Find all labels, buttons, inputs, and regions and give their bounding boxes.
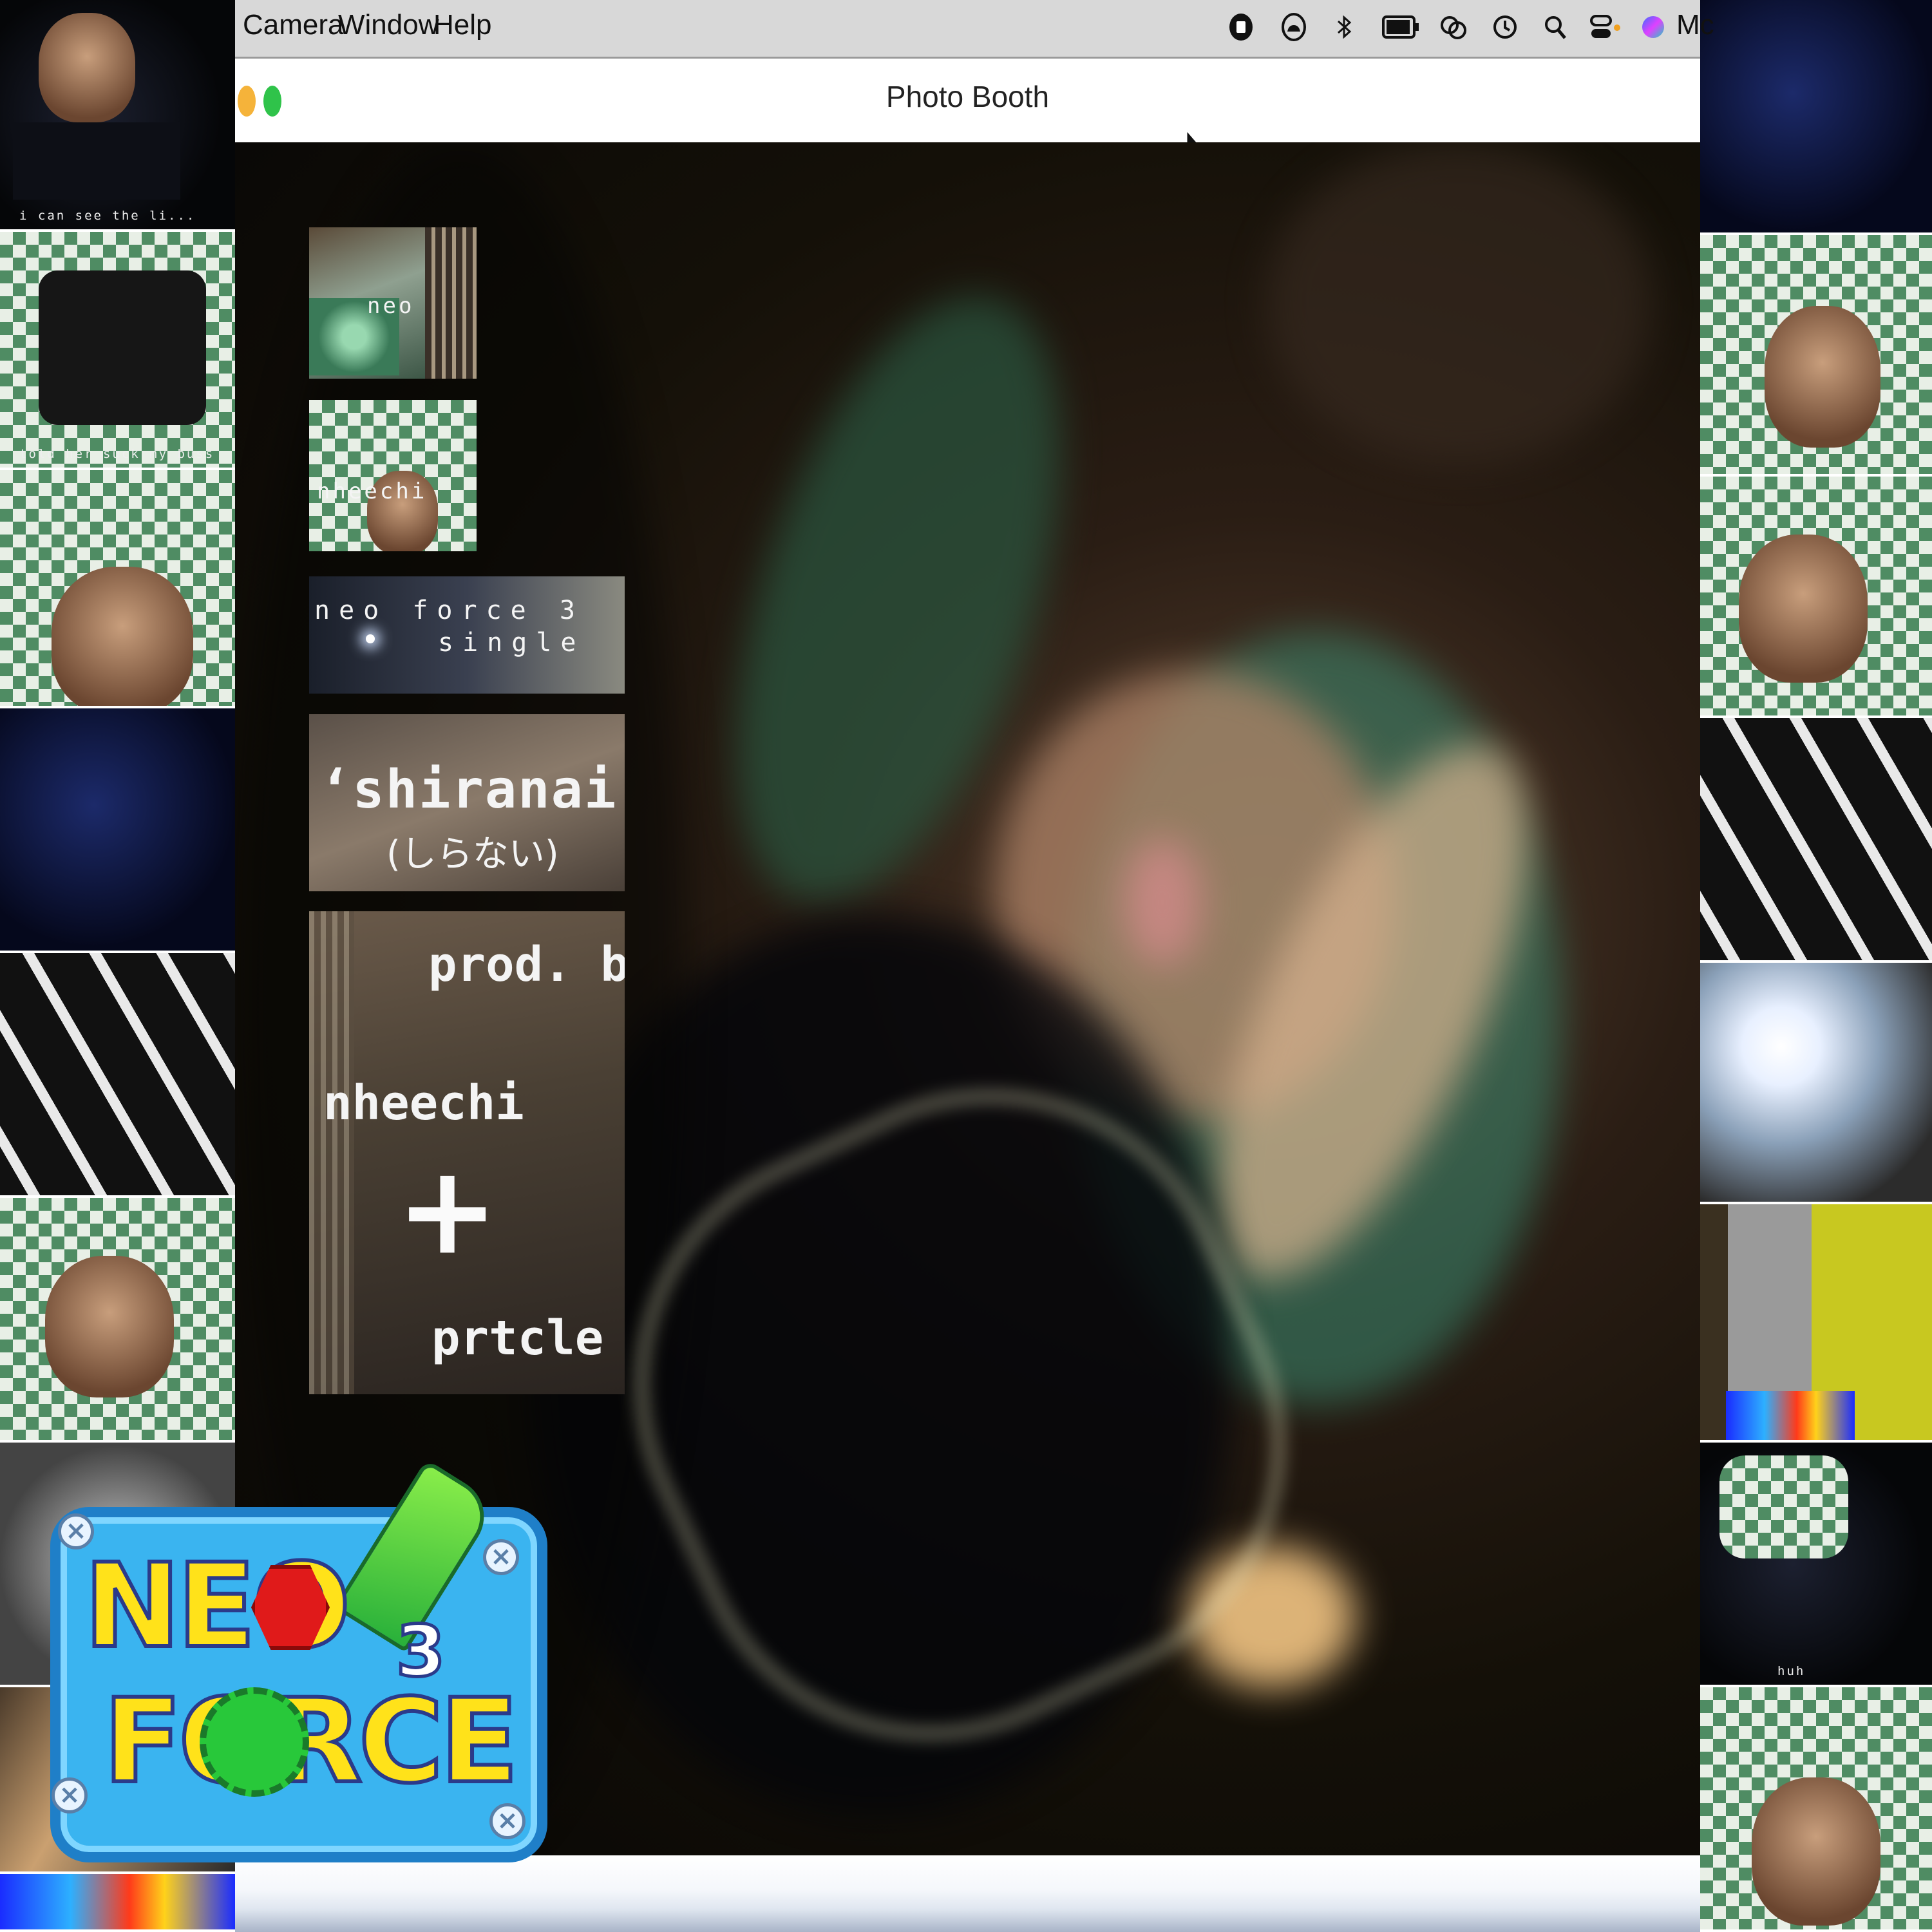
search-icon[interactable] [1541,12,1569,43]
credits-producer-2: prtcle [431,1311,604,1366]
menubar-clock: Mc [1676,9,1714,41]
overlay-text-single: single [438,628,585,658]
screen-mirror-icon[interactable] [1439,12,1468,43]
photo-tile [1700,1687,1932,1932]
logo-number: 3 [395,1609,447,1694]
photo-tile [1700,235,1932,477]
overlay-card-title: ‘shiranai’ (しらない) [309,714,625,891]
photo-caption: i can see the li... [19,209,196,223]
photo-tile: i can see the li... [0,0,235,232]
photo-tile [0,470,235,708]
photo-booth-bottom-bar [235,1855,1700,1932]
overlay-text-nheechi: nheechi [317,478,428,504]
photo-tile [0,953,235,1198]
overlay-card-neo: neo [309,227,477,379]
song-title-japanese: (しらない) [386,833,559,875]
photo-tile [0,1874,235,1932]
credits-producer-1: nheechi [323,1075,524,1131]
photo-tile [0,708,235,953]
photo-tile [1700,718,1932,963]
photo-tile [0,1198,235,1443]
siri-icon[interactable] [1639,12,1667,43]
control-center-icon[interactable] [1589,12,1621,43]
window-title: Photo Booth [886,80,1050,113]
right-photo-strip: huh [1700,0,1932,1932]
song-title: ‘shiranai’ [319,759,625,820]
menu-bar: Camera Window Help Mc [235,0,1714,59]
photo-caption: told her suck my buss [19,447,215,461]
photo-tile: huh [1700,1443,1932,1687]
menu-camera[interactable]: Camera [243,9,344,41]
window-title-bar: Photo Booth [235,59,1700,165]
credits-prod-by: prod. by [428,937,625,992]
battery-icon[interactable] [1381,12,1420,43]
menu-window[interactable]: Window [338,9,439,41]
record-icon[interactable] [1227,12,1255,43]
overlay-card-nheechi: nheechi [309,400,477,551]
bluetooth-icon[interactable] [1330,12,1358,43]
photo-tile [1700,0,1932,235]
menu-help[interactable]: Help [433,9,492,41]
photo-tile [1700,1204,1932,1443]
time-machine-icon[interactable] [1491,12,1519,43]
gear-icon [200,1687,309,1797]
photo-caption: huh [1777,1664,1806,1678]
neo-force-3-logo: × × × × NEO FORCE 3 [39,1459,547,1862]
overlay-card-credits: prod. by nheechi + prtcle [309,911,625,1394]
photo-tile [1700,477,1932,718]
bolt-icon: × [52,1777,88,1814]
overlay-text-neo-force-3: neo force 3 [314,596,584,625]
overlay-card-single: neo force 3 single [309,576,625,694]
cloud-icon[interactable] [1280,12,1308,43]
credits-plus: + [396,1139,499,1282]
overlay-text-neo: neo [367,293,415,319]
bolt-icon: × [483,1539,519,1575]
photo-tile: told her suck my buss [0,232,235,470]
photo-tile [1700,963,1932,1204]
